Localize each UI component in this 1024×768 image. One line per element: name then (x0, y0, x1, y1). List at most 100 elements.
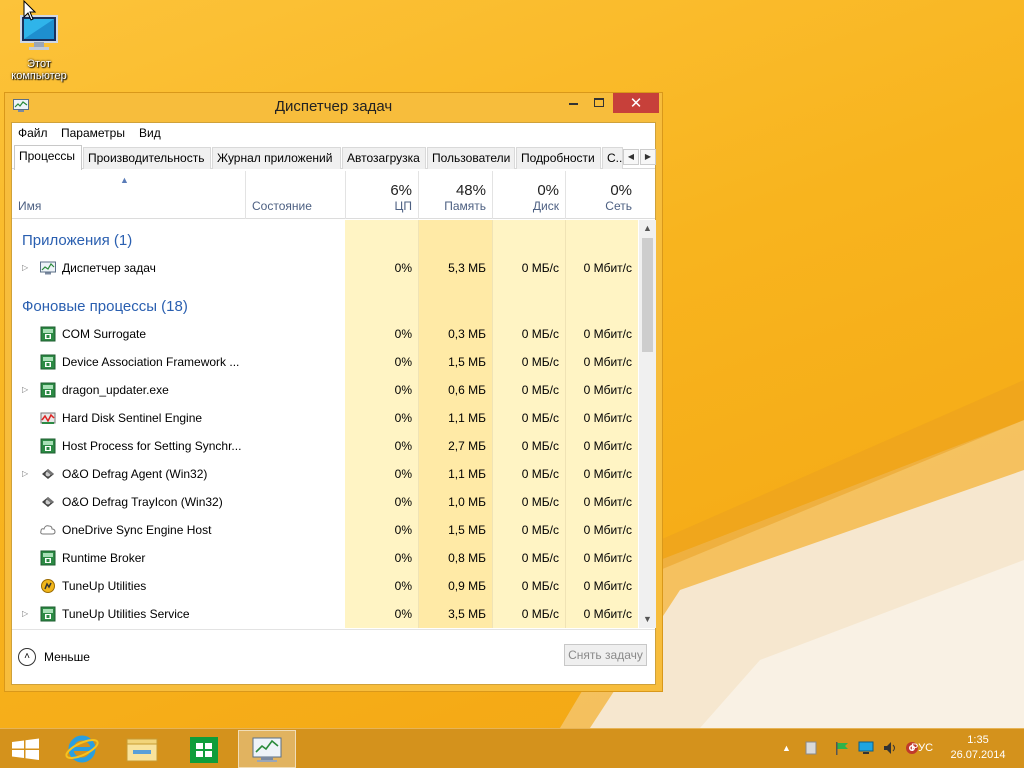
windows-logo-icon (12, 738, 39, 760)
column-cpu-header[interactable]: 6% ЦП (345, 171, 418, 219)
process-name: O&O Defrag Agent (Win32) (62, 467, 208, 481)
clock[interactable]: 1:35 26.07.2014 (946, 733, 1010, 763)
tab-details[interactable]: Подробности (516, 147, 601, 169)
tray-action-center[interactable] (805, 741, 817, 768)
expand-chevron-icon[interactable]: ▷ (22, 469, 28, 478)
desktop-icon-this-pc[interactable]: Этот компьютер (4, 10, 74, 82)
taskbar-internet-explorer[interactable] (54, 730, 112, 768)
service-icon (40, 606, 56, 622)
flag-icon (836, 742, 848, 755)
tray-flag[interactable] (834, 741, 850, 768)
clock-date: 26.07.2014 (950, 749, 1006, 761)
network-total-percent: 0% (610, 182, 632, 199)
scroll-down-icon[interactable]: ▼ (639, 611, 656, 628)
tab-scroll-right-button[interactable]: ▶ (640, 149, 656, 165)
column-network-label: Сеть (605, 199, 632, 213)
process-row[interactable]: TuneUp Utilities 0% 0,9 МБ 0 МБ/с 0 Мбит/с (12, 572, 638, 600)
start-button[interactable] (0, 730, 58, 768)
process-cpu: 0% (394, 355, 412, 369)
process-row[interactable]: ▷ dragon_updater.exe 0% 0,6 МБ 0 МБ/с 0 Мбит/… (12, 376, 638, 404)
group-title: Фоновые процессы (18) (22, 298, 188, 315)
group-header-apps: Приложения (1) (12, 224, 638, 252)
tab-services[interactable]: С... (602, 147, 623, 169)
taskbar-file-explorer[interactable] (113, 730, 171, 768)
process-name: TuneUp Utilities Service (62, 607, 190, 621)
sentinel-icon (40, 412, 56, 424)
service-icon (40, 438, 56, 454)
process-cpu: 0% (394, 383, 412, 397)
process-row[interactable]: O&O Defrag TrayIcon (Win32) 0% 1,0 МБ 0 МБ/… (12, 488, 638, 516)
process-disk: 0 МБ/с (521, 355, 559, 369)
defrag-icon (42, 497, 54, 507)
process-name: TuneUp Utilities (62, 579, 147, 593)
desktop-icon-label-line1: Этот (27, 58, 51, 70)
process-row[interactable]: Runtime Broker 0% 0,8 МБ 0 МБ/с 0 Мбит/с (12, 544, 638, 572)
process-disk: 0 МБ/с (521, 383, 559, 397)
tab-app-history[interactable]: Журнал приложений (212, 147, 341, 169)
menu-file[interactable]: Файл (18, 126, 48, 140)
process-disk: 0 МБ/с (521, 579, 559, 593)
menu-view[interactable]: Вид (139, 126, 161, 140)
process-network: 0 Мбит/с (583, 411, 632, 425)
process-row[interactable]: ▷ O&O Defrag Agent (Win32) 0% 1,1 МБ 0 МБ/с 0… (12, 460, 638, 488)
maximize-icon (594, 98, 604, 107)
service-icon (40, 382, 56, 398)
scrollbar-thumb[interactable] (642, 238, 653, 352)
vertical-scrollbar[interactable]: ▲ ▼ (639, 220, 656, 628)
process-row[interactable]: Device Association Framework ... 0% 1,5 МБ… (12, 348, 638, 376)
mouse-cursor-icon (23, 0, 37, 21)
tab-scroll-left-button[interactable]: ◀ (623, 149, 639, 165)
process-name: Host Process for Setting Synchr... (62, 439, 242, 453)
tab-performance[interactable]: Производительность (83, 147, 211, 169)
column-memory-header[interactable]: 48% Память (418, 171, 492, 219)
column-network-header[interactable]: 0% Сеть (565, 171, 638, 219)
process-network: 0 Мбит/с (583, 467, 632, 481)
taskbar-task-manager[interactable] (238, 730, 296, 768)
show-hidden-icons-button[interactable]: ▲ (782, 742, 791, 768)
process-cpu: 0% (394, 523, 412, 537)
column-name-header[interactable]: ▲ Имя (12, 171, 245, 219)
tray-network[interactable] (858, 741, 874, 768)
process-network: 0 Мбит/с (583, 261, 632, 275)
scroll-up-icon[interactable]: ▲ (639, 220, 656, 237)
menu-options[interactable]: Параметры (61, 126, 125, 140)
window-footer: ˄ Меньше Снять задачу (12, 629, 655, 684)
title-bar[interactable]: Диспетчер задач ✕ (5, 93, 662, 119)
language-indicator[interactable]: РУС (911, 742, 933, 768)
column-status-header[interactable]: Состояние (245, 171, 345, 219)
process-disk: 0 МБ/с (521, 261, 559, 275)
column-cpu-label: ЦП (394, 199, 412, 213)
process-row[interactable]: COM Surrogate 0% 0,3 МБ 0 МБ/с 0 Мбит/с (12, 320, 638, 348)
maximize-button[interactable] (586, 93, 612, 113)
network-icon (858, 741, 874, 754)
expand-chevron-icon[interactable]: ▷ (22, 385, 28, 394)
minimize-button[interactable] (560, 93, 586, 113)
process-disk: 0 МБ/с (521, 411, 559, 425)
tab-processes[interactable]: Процессы (14, 145, 82, 170)
process-cpu: 0% (394, 607, 412, 621)
process-row[interactable]: ▷ Диспетчер задач 0% 5,3 МБ 0 МБ/с 0 Мбит/с (12, 254, 638, 282)
process-memory: 1,5 МБ (448, 355, 486, 369)
taskbar-store[interactable] (175, 730, 233, 768)
process-row[interactable]: Hard Disk Sentinel Engine 0% 1,1 МБ 0 МБ/с 0… (12, 404, 638, 432)
tab-users[interactable]: Пользователи (427, 147, 515, 169)
internet-explorer-icon (65, 735, 99, 763)
process-row[interactable]: Host Process for Setting Synchr... 0% 2,7 … (12, 432, 638, 460)
task-manager-icon (40, 261, 56, 275)
expand-chevron-icon[interactable]: ▷ (22, 263, 28, 272)
process-row[interactable]: ▷ TuneUp Utilities Service 0% 3,5 МБ 0 МБ/с 0… (12, 600, 638, 628)
close-button[interactable]: ✕ (613, 93, 659, 113)
column-disk-header[interactable]: 0% Диск (492, 171, 565, 219)
tray-volume[interactable] (883, 741, 897, 768)
cpu-total-percent: 6% (390, 182, 412, 199)
process-name: O&O Defrag TrayIcon (Win32) (62, 495, 223, 509)
column-memory-label: Память (444, 199, 486, 213)
tab-startup[interactable]: Автозагрузка (342, 147, 426, 169)
tuneup-icon (41, 579, 55, 593)
service-icon (40, 326, 56, 342)
expand-chevron-icon[interactable]: ▷ (22, 609, 28, 618)
process-row[interactable]: OneDrive Sync Engine Host 0% 1,5 МБ 0 МБ/с 0… (12, 516, 638, 544)
process-name: COM Surrogate (62, 327, 147, 341)
end-task-button[interactable]: Снять задачу (564, 644, 647, 666)
close-icon: ✕ (629, 94, 643, 112)
